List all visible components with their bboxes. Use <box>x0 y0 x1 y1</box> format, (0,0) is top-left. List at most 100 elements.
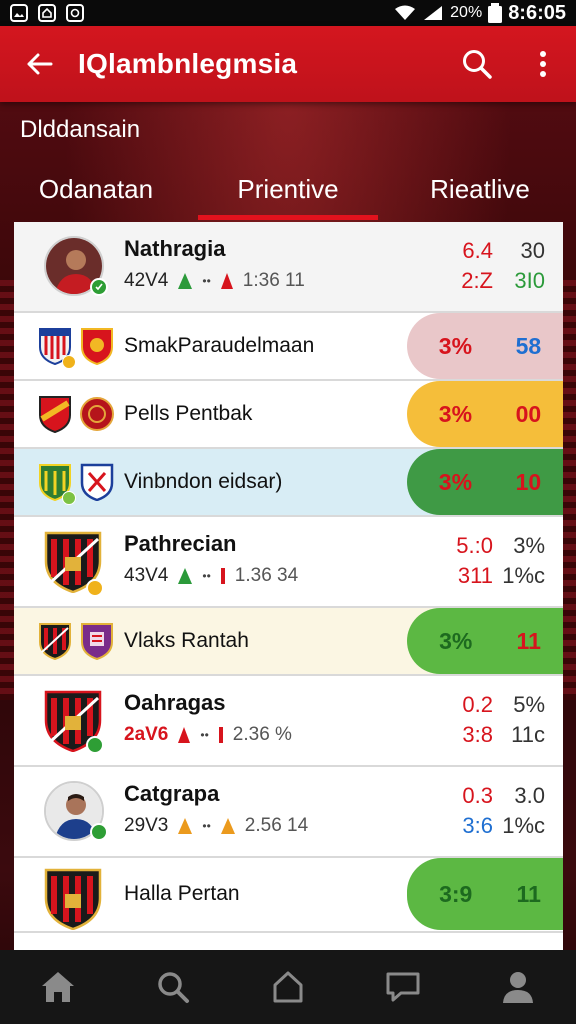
tab-bar: Odanatan Prientive Rieatlive <box>0 158 576 220</box>
time-label: 2.56 14 <box>244 815 309 836</box>
time-label: 1:36 11 <box>242 270 305 291</box>
list-item[interactable]: SmakParaudelmaan 3% 58 <box>14 313 563 381</box>
page-title: IQlambnlegmsia <box>78 48 298 79</box>
tab-prientive[interactable]: Prientive <box>192 158 384 220</box>
match-name: SmakParaudelmaan <box>124 334 315 357</box>
nav-chat[interactable] <box>373 957 433 1017</box>
player-meta: 42V4 •• 1:36 11 <box>124 270 305 292</box>
bar-indicator <box>218 727 223 743</box>
score-pill: 3% 58 <box>407 313 563 379</box>
stat-value: 2:Z <box>461 268 493 293</box>
value-column-a: 0.3 3:6 <box>462 781 493 841</box>
team-crests <box>38 463 114 505</box>
crest-icon <box>38 463 76 505</box>
record-icon <box>66 4 84 22</box>
stat-value: 311 <box>457 563 493 588</box>
time-label: 1.36 34 <box>234 565 299 586</box>
crest-icon <box>38 327 76 369</box>
tab-rieatlive[interactable]: Rieatlive <box>384 158 576 220</box>
score-right: 11 <box>516 880 541 907</box>
stat-value: 1%c <box>502 563 545 588</box>
value-column-b: 3.0 1%c <box>502 781 545 841</box>
crest-icon <box>80 395 114 433</box>
stat-value: 11c <box>511 722 545 747</box>
score-right: 11 <box>516 627 541 654</box>
status-badge <box>86 579 104 597</box>
arrow-up-icon <box>220 818 235 834</box>
crest-icon <box>38 395 72 434</box>
list-item[interactable]: Catgrapa 29V3 •• 2.56 14 0.3 3:6 3.0 1%c <box>14 767 563 858</box>
score-left: 3% <box>439 627 473 654</box>
code-label: 42V4 <box>124 270 169 291</box>
list-item[interactable]: Halla Pertan 3:9 11 <box>14 858 563 933</box>
more-vert-icon <box>540 51 546 77</box>
stat-value: 3:8 <box>462 722 493 747</box>
more-button[interactable] <box>510 26 576 102</box>
score-pill: 3:9 11 <box>407 858 563 930</box>
dots-label: •• <box>202 569 211 583</box>
club-name: Oahragas <box>124 690 226 715</box>
signal-icon <box>424 6 443 20</box>
value-column-b: 30 3I0 <box>514 236 545 296</box>
club-meta: 2aV6 •• 2.36 % <box>124 724 292 746</box>
value-column-b: 5% 11c <box>511 690 545 750</box>
chat-icon <box>386 972 420 1002</box>
nav-home[interactable] <box>28 957 88 1017</box>
crest-icon <box>38 622 72 661</box>
search-icon <box>463 50 492 79</box>
bar-indicator <box>220 568 225 584</box>
value-column-a: 0.2 3:8 <box>462 690 493 750</box>
status-badge <box>90 823 108 841</box>
stat-value: 3.0 <box>514 783 545 808</box>
list-item[interactable]: Pells Pentbak 3% 00 <box>14 381 563 449</box>
crest-icon <box>80 463 114 502</box>
club-name: Pathrecian <box>124 531 237 556</box>
bottom-nav <box>0 950 576 1024</box>
score-right: 10 <box>515 468 542 495</box>
search-button[interactable] <box>444 26 510 102</box>
score-left: 3% <box>438 468 473 495</box>
list-item[interactable]: Vinbndon eidsar) 3% 10 <box>14 449 563 517</box>
score-pill: 3% 00 <box>407 381 563 447</box>
stat-value: 6.4 <box>462 238 493 263</box>
dots-label: •• <box>202 819 211 833</box>
standings-list: Nathragia 42V4 •• 1:36 11 6.4 2:Z 30 3I0 <box>14 222 563 950</box>
back-button[interactable] <box>0 26 78 102</box>
value-column-a: 6.4 2:Z <box>461 236 493 296</box>
stat-value: 5% <box>513 692 545 717</box>
stat-value: 0.2 <box>462 692 493 717</box>
nav-profile[interactable] <box>488 957 548 1017</box>
arrow-up-icon <box>178 273 193 289</box>
status-badge <box>90 278 108 296</box>
arrow-up-icon <box>178 818 193 834</box>
code-label: 2aV6 <box>124 724 169 745</box>
battery-icon <box>488 3 503 23</box>
team-crests <box>38 622 114 661</box>
stat-value: 1%c <box>502 813 545 838</box>
stat-value: 3:6 <box>462 813 493 838</box>
section-title: Dlddansain <box>20 116 141 143</box>
list-item[interactable]: Vlaks Rantah 3% 11 <box>14 608 563 676</box>
dots-label: •• <box>200 728 209 742</box>
list-item[interactable]: Nathragia 42V4 •• 1:36 11 6.4 2:Z 30 3I0 <box>14 222 563 313</box>
code-label: 43V4 <box>124 565 169 586</box>
crest-icon <box>44 868 102 931</box>
match-name: Pells Pentbak <box>124 402 253 425</box>
search-icon <box>158 972 189 1003</box>
stat-value: 0.3 <box>462 783 493 808</box>
app-bar: IQlambnlegmsia <box>0 26 576 102</box>
wifi-icon <box>395 5 416 20</box>
tab-odanatan[interactable]: Odanatan <box>0 158 192 220</box>
list-item[interactable]: Oahragas 2aV6 •• 2.36 % 0.2 3:8 5% 11c <box>14 676 563 767</box>
battery-percent: 20% <box>450 4 483 21</box>
crest-icon <box>80 622 114 661</box>
arrow-up-icon <box>178 727 191 743</box>
home-outline-icon <box>38 4 56 22</box>
time-label: 2.36 % <box>232 724 292 745</box>
nav-house[interactable] <box>258 957 318 1017</box>
player-name: Catgrapa <box>124 781 220 806</box>
match-name: Vlaks Rantah <box>124 629 249 652</box>
nav-search[interactable] <box>143 957 203 1017</box>
list-item[interactable]: Pathrecian 43V4 •• 1.36 34 5.:0 311 3% 1… <box>14 517 563 608</box>
arrow-left-icon <box>27 53 53 75</box>
